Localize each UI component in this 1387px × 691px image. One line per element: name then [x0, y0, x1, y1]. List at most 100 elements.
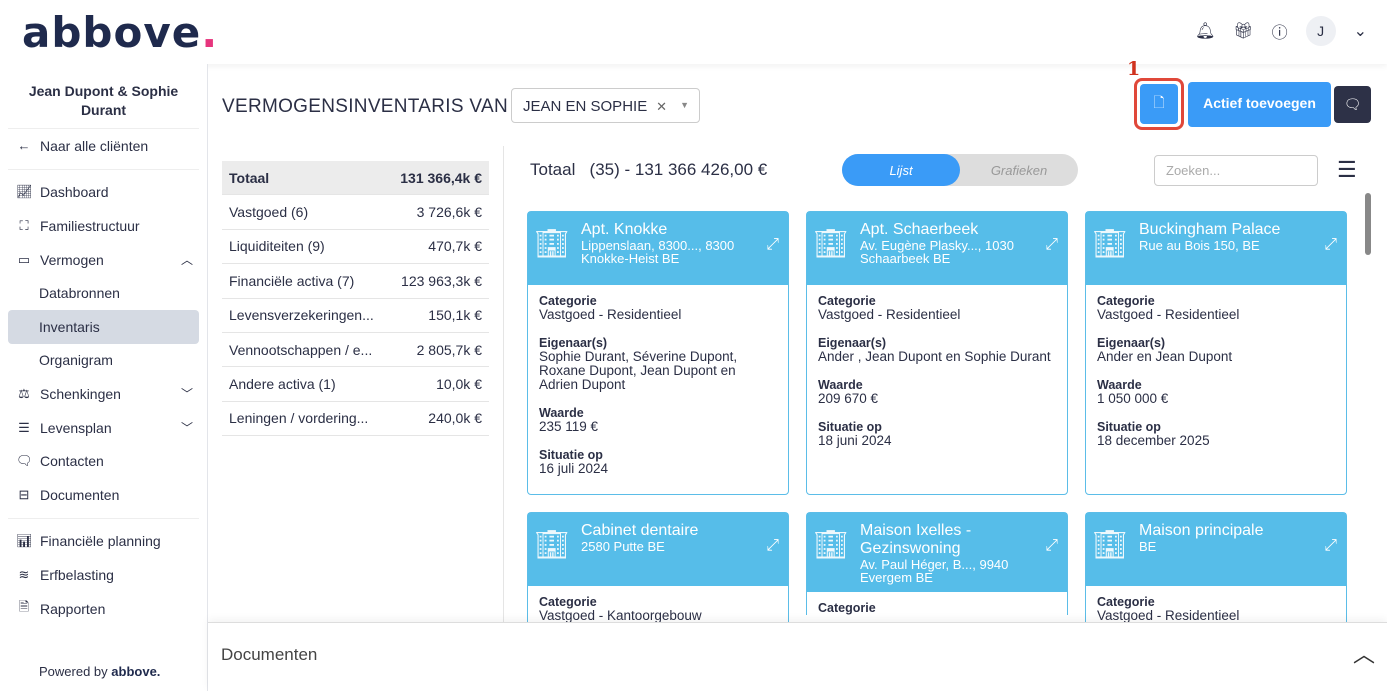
- help-icon[interactable]: ⓘ: [1272, 19, 1288, 43]
- summary-row[interactable]: Vastgoed (6) 3 726,6k €: [222, 195, 489, 230]
- export-button[interactable]: 🗋: [1134, 78, 1184, 130]
- asset-card[interactable]: 🏢︎ Cabinet dentaire 2580 Putte BE ⤢ Categori…: [527, 512, 789, 623]
- scrollbar[interactable]: [1365, 193, 1371, 622]
- summary-row[interactable]: Vennootschappen / e... 2 805,7k €: [222, 333, 489, 368]
- sidebar-item-inventaris[interactable]: Inventaris: [8, 309, 199, 344]
- summary-label: Financiële activa (7): [229, 272, 355, 289]
- sidebar-item-contacten[interactable]: 🗨︎ Contacten: [0, 444, 207, 478]
- summary-row[interactable]: Totaal 131 366,4k €: [222, 161, 489, 196]
- add-asset-button[interactable]: Actief toevoegen: [1188, 82, 1331, 127]
- field-category: Vastgoed - Residentieel: [539, 307, 682, 322]
- expand-icon[interactable]: ⤢: [1045, 236, 1058, 254]
- planning-icon: 📊︎: [16, 533, 33, 549]
- top-header: abbove. 🔔︎ 🎁︎ ⓘ J ⌄: [0, 0, 1387, 64]
- summary-value: 150,1k €: [428, 307, 482, 324]
- back-to-clients[interactable]: ← Naar alle cliënten: [0, 129, 207, 163]
- summary-value: 2 805,7k €: [416, 341, 482, 358]
- card-title: Maison principale: [1139, 522, 1264, 539]
- label: Familiestructuur: [40, 217, 140, 234]
- card-address: 2580 Putte BE: [581, 539, 665, 554]
- expand-icon[interactable]: ⤢: [1045, 537, 1058, 555]
- field-label: Situatie op: [1097, 420, 1161, 434]
- field-value: 209 670 €: [818, 391, 879, 406]
- asset-card[interactable]: 🏢︎ Buckingham Palace Rue au Bois 150, BE ⤢ C…: [1085, 211, 1347, 495]
- label: Dashboard: [40, 184, 109, 201]
- expand-icon[interactable]: ⤢: [1324, 537, 1337, 555]
- sidebar-item-vermogen[interactable]: ▭ Vermogen ︿: [0, 243, 207, 277]
- field-date: 18 december 2025: [1097, 433, 1210, 448]
- tab-lijst[interactable]: Lijst: [842, 154, 960, 186]
- list-view-icon[interactable]: ☰: [1337, 158, 1357, 182]
- expand-icon[interactable]: ⤢: [766, 537, 779, 555]
- logo[interactable]: abbove.: [22, 8, 218, 57]
- search-input[interactable]: Zoeken...: [1154, 155, 1318, 186]
- summary-value: 240,0k €: [428, 410, 482, 427]
- client-select[interactable]: JEAN EN SOPHIE ✕ ▼: [511, 88, 700, 123]
- card-header: 🏢︎ Maison principale BE ⤢: [1086, 513, 1346, 586]
- sidebar-item-levensplan[interactable]: ☰ Levensplan ﹀: [0, 411, 207, 445]
- tab-grafieken[interactable]: Grafieken: [960, 154, 1078, 186]
- document-icon: 🗎: [18, 598, 30, 614]
- field-value: 235 119 €: [539, 419, 599, 434]
- total-label: Totaal: [530, 160, 576, 179]
- field-label: Situatie op: [539, 448, 603, 462]
- label: Rapporten: [40, 600, 106, 617]
- avatar[interactable]: J: [1305, 16, 1336, 46]
- documents-panel[interactable]: Documenten ︿: [208, 622, 1387, 691]
- sidebar-item-databronnen[interactable]: Databronnen: [0, 276, 207, 310]
- sidebar-item-rapporten[interactable]: 🗎 Rapporten: [0, 592, 207, 626]
- powered-by: Powered by abbove.: [39, 664, 160, 679]
- expand-icon[interactable]: ⤢: [1324, 236, 1337, 254]
- card-address: Av. Eugène Plasky..., 1030 Schaarbeek BE: [860, 238, 1014, 266]
- sidebar-item-documenten[interactable]: ⊟ Documenten: [0, 478, 207, 512]
- asset-card[interactable]: 🏢︎ Apt. Knokke Lippenslaan, 8300..., 8300 …: [527, 211, 789, 495]
- card-address: Rue au Bois 150, BE: [1139, 238, 1260, 253]
- field-label: Situatie op: [818, 420, 882, 434]
- summary-row[interactable]: Liquiditeiten (9) 470,7k €: [222, 230, 489, 265]
- sidebar-item-erfbelasting[interactable]: ≋ Erfbelasting: [0, 558, 207, 592]
- field-owners: Ander en Jean Dupont: [1097, 349, 1233, 364]
- card-body: Categorie Vastgoed - Residentieel Eigenaar…: [1086, 285, 1346, 471]
- divider: [503, 146, 504, 622]
- documents-title: Documenten: [221, 645, 318, 664]
- card-address: Av. Paul Héger, B..., 9940 Evergem BE: [860, 557, 1009, 585]
- chat-button[interactable]: 🗨︎: [1334, 86, 1371, 123]
- field-category: Vastgoed - Residentieel: [1097, 307, 1240, 322]
- card-header: 🏢︎ Apt. Knokke Lippenslaan, 8300..., 8300 …: [528, 212, 788, 285]
- dropdown-caret-icon[interactable]: ▼: [680, 100, 689, 110]
- asset-card[interactable]: 🏢︎ Maison principale BE ⤢ Categorie Vastgoed …: [1085, 512, 1347, 623]
- sidebar-item-schenkingen[interactable]: ⚖ Schenkingen ﹀: [0, 377, 207, 411]
- powered-text: Powered by: [39, 664, 108, 679]
- chevron-down-icon[interactable]: ⌄: [1354, 21, 1367, 41]
- expand-icon[interactable]: ⤢: [766, 236, 779, 254]
- bell-icon[interactable]: 🔔︎: [1195, 21, 1215, 41]
- card-address: BE: [1139, 539, 1157, 554]
- asset-card[interactable]: 🏢︎ Maison Ixelles - Gezinswoning Av. Paul …: [806, 512, 1068, 615]
- label: Vermogen: [40, 251, 104, 268]
- chevron-up-icon[interactable]: ︿: [1353, 637, 1375, 669]
- summary-label: Leningen / vordering...: [229, 410, 369, 427]
- clear-icon[interactable]: ✕: [656, 99, 667, 115]
- summary-label: Vennootschappen / e...: [229, 341, 373, 358]
- field-label: Waarde: [818, 378, 863, 392]
- building-icon: 🏢︎: [1092, 228, 1128, 259]
- client-name: Jean Dupont & Sophie Durant: [8, 64, 199, 129]
- field-label: Categorie: [539, 595, 597, 609]
- scrollbar-thumb[interactable]: [1365, 193, 1371, 255]
- sidebar-item-financiele-planning[interactable]: 📊︎ Financiële planning: [0, 525, 207, 559]
- summary-row[interactable]: Financiële activa (7) 123 963,3k €: [222, 264, 489, 299]
- field-label: Waarde: [539, 406, 584, 420]
- asset-card[interactable]: 🏢︎ Apt. Schaerbeek Av. Eugène Plasky..., 1…: [806, 211, 1068, 495]
- gift-icon[interactable]: 🎁︎: [1233, 21, 1253, 41]
- card-title: Cabinet dentaire: [581, 522, 699, 539]
- view-toggle: Lijst Grafieken: [842, 154, 1078, 186]
- sidebar-item-dashboard[interactable]: 📈︎ Dashboard: [0, 176, 207, 210]
- chevron-down-icon: ﹀: [180, 421, 193, 436]
- summary-row[interactable]: Levensverzekeringen... 150,1k €: [222, 299, 489, 333]
- summary-row[interactable]: Andere activa (1) 10,0k €: [222, 367, 489, 402]
- sidebar-item-familiestructuur[interactable]: ⛶ Familiestructuur: [0, 209, 207, 243]
- summary-row[interactable]: Leningen / vordering... 240,0k €: [222, 402, 489, 437]
- sidebar-item-organigram[interactable]: Organigram: [0, 344, 207, 378]
- field-label: Eigenaar(s): [818, 336, 887, 350]
- building-icon: 🏢︎: [534, 228, 570, 259]
